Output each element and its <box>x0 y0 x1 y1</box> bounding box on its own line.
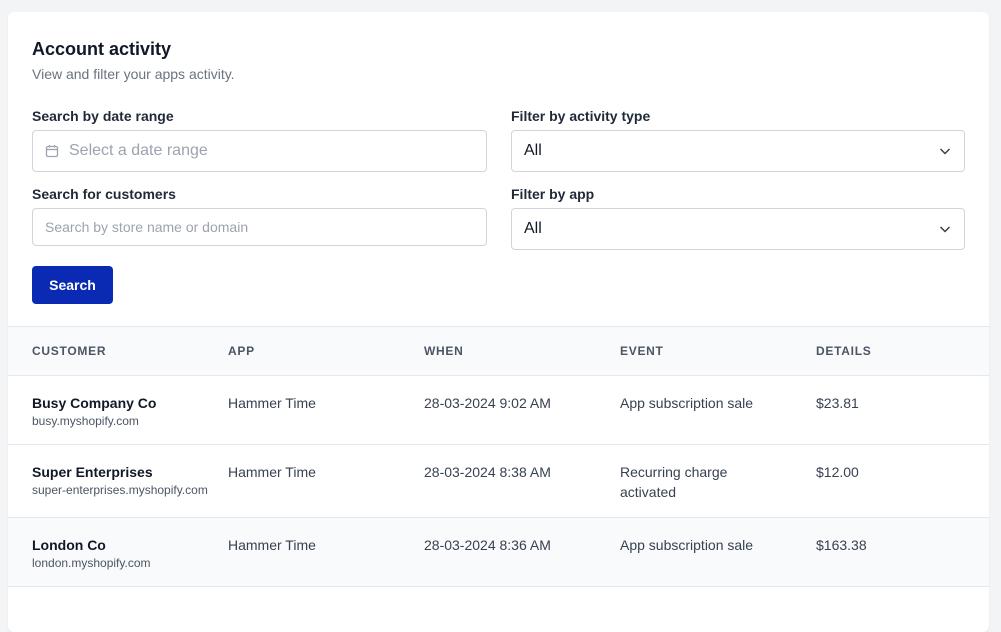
table-row[interactable]: London Co london.myshopify.com Hammer Ti… <box>8 518 989 587</box>
column-header-details: DETAILS <box>816 344 872 358</box>
event-cell: Recurring charge activated <box>620 464 728 500</box>
customer-cell: Super Enterprises super-enterprises.mysh… <box>32 464 228 502</box>
details-cell: $23.81 <box>816 395 859 411</box>
customer-name: London Co <box>32 537 106 553</box>
table-row[interactable]: Busy Company Co busy.myshopify.com Hamme… <box>8 376 989 445</box>
app-cell: Hammer Time <box>228 537 316 553</box>
date-range-field: Search by date range Select a date range <box>32 108 487 172</box>
customer-cell: London Co london.myshopify.com <box>32 537 228 571</box>
activity-type-label: Filter by activity type <box>511 108 651 124</box>
activity-table: CUSTOMER APP WHEN EVENT DETAILS Busy Com… <box>8 326 989 587</box>
customers-search-placeholder: Search by store name or domain <box>45 219 249 235</box>
activity-type-value: All <box>524 142 542 159</box>
filters-form: Search by date range Select a date range… <box>8 108 989 264</box>
date-range-placeholder: Select a date range <box>69 142 208 159</box>
column-header-when: WHEN <box>424 344 464 358</box>
activity-type-select[interactable]: All <box>511 130 965 172</box>
table-header: CUSTOMER APP WHEN EVENT DETAILS <box>8 326 989 376</box>
customers-label: Search for customers <box>32 186 176 202</box>
details-cell: $12.00 <box>816 464 859 480</box>
customer-name: Busy Company Co <box>32 395 157 411</box>
customers-search-input[interactable]: Search by store name or domain <box>32 208 487 246</box>
column-header-event: EVENT <box>620 344 664 358</box>
chevron-down-icon <box>938 144 952 158</box>
table-row[interactable]: Super Enterprises super-enterprises.mysh… <box>8 445 989 518</box>
customer-domain: london.myshopify.com <box>32 556 151 570</box>
date-range-label: Search by date range <box>32 108 174 124</box>
card-header: Account activity View and filter your ap… <box>8 12 989 82</box>
app-cell: Hammer Time <box>228 464 316 480</box>
app-filter-value: All <box>524 220 542 237</box>
page-subtitle: View and filter your apps activity. <box>32 66 235 82</box>
app-filter-label: Filter by app <box>511 186 595 202</box>
calendar-icon <box>45 144 59 158</box>
customer-name: Super Enterprises <box>32 464 153 480</box>
app-cell: Hammer Time <box>228 395 316 411</box>
account-activity-card: Account activity View and filter your ap… <box>8 12 989 632</box>
app-field: Filter by app All <box>511 186 965 250</box>
column-header-app: APP <box>228 344 255 358</box>
event-cell: App subscription sale <box>620 537 754 553</box>
date-range-input[interactable]: Select a date range <box>32 130 487 172</box>
when-cell: 28-03-2024 8:38 AM <box>424 464 551 480</box>
customer-domain: super-enterprises.myshopify.com <box>32 483 208 497</box>
chevron-down-icon <box>938 222 952 236</box>
column-header-customer: CUSTOMER <box>32 344 107 358</box>
app-filter-select[interactable]: All <box>511 208 965 250</box>
details-cell: $163.38 <box>816 537 867 553</box>
customer-cell: Busy Company Co busy.myshopify.com <box>32 395 228 429</box>
customer-domain: busy.myshopify.com <box>32 414 139 428</box>
page-title: Account activity <box>32 39 172 59</box>
when-cell: 28-03-2024 8:36 AM <box>424 537 551 553</box>
customers-field: Search for customers Search by store nam… <box>32 186 487 250</box>
activity-type-field: Filter by activity type All <box>511 108 965 172</box>
search-button[interactable]: Search <box>32 266 113 304</box>
event-cell: App subscription sale <box>620 395 754 411</box>
when-cell: 28-03-2024 9:02 AM <box>424 395 551 411</box>
